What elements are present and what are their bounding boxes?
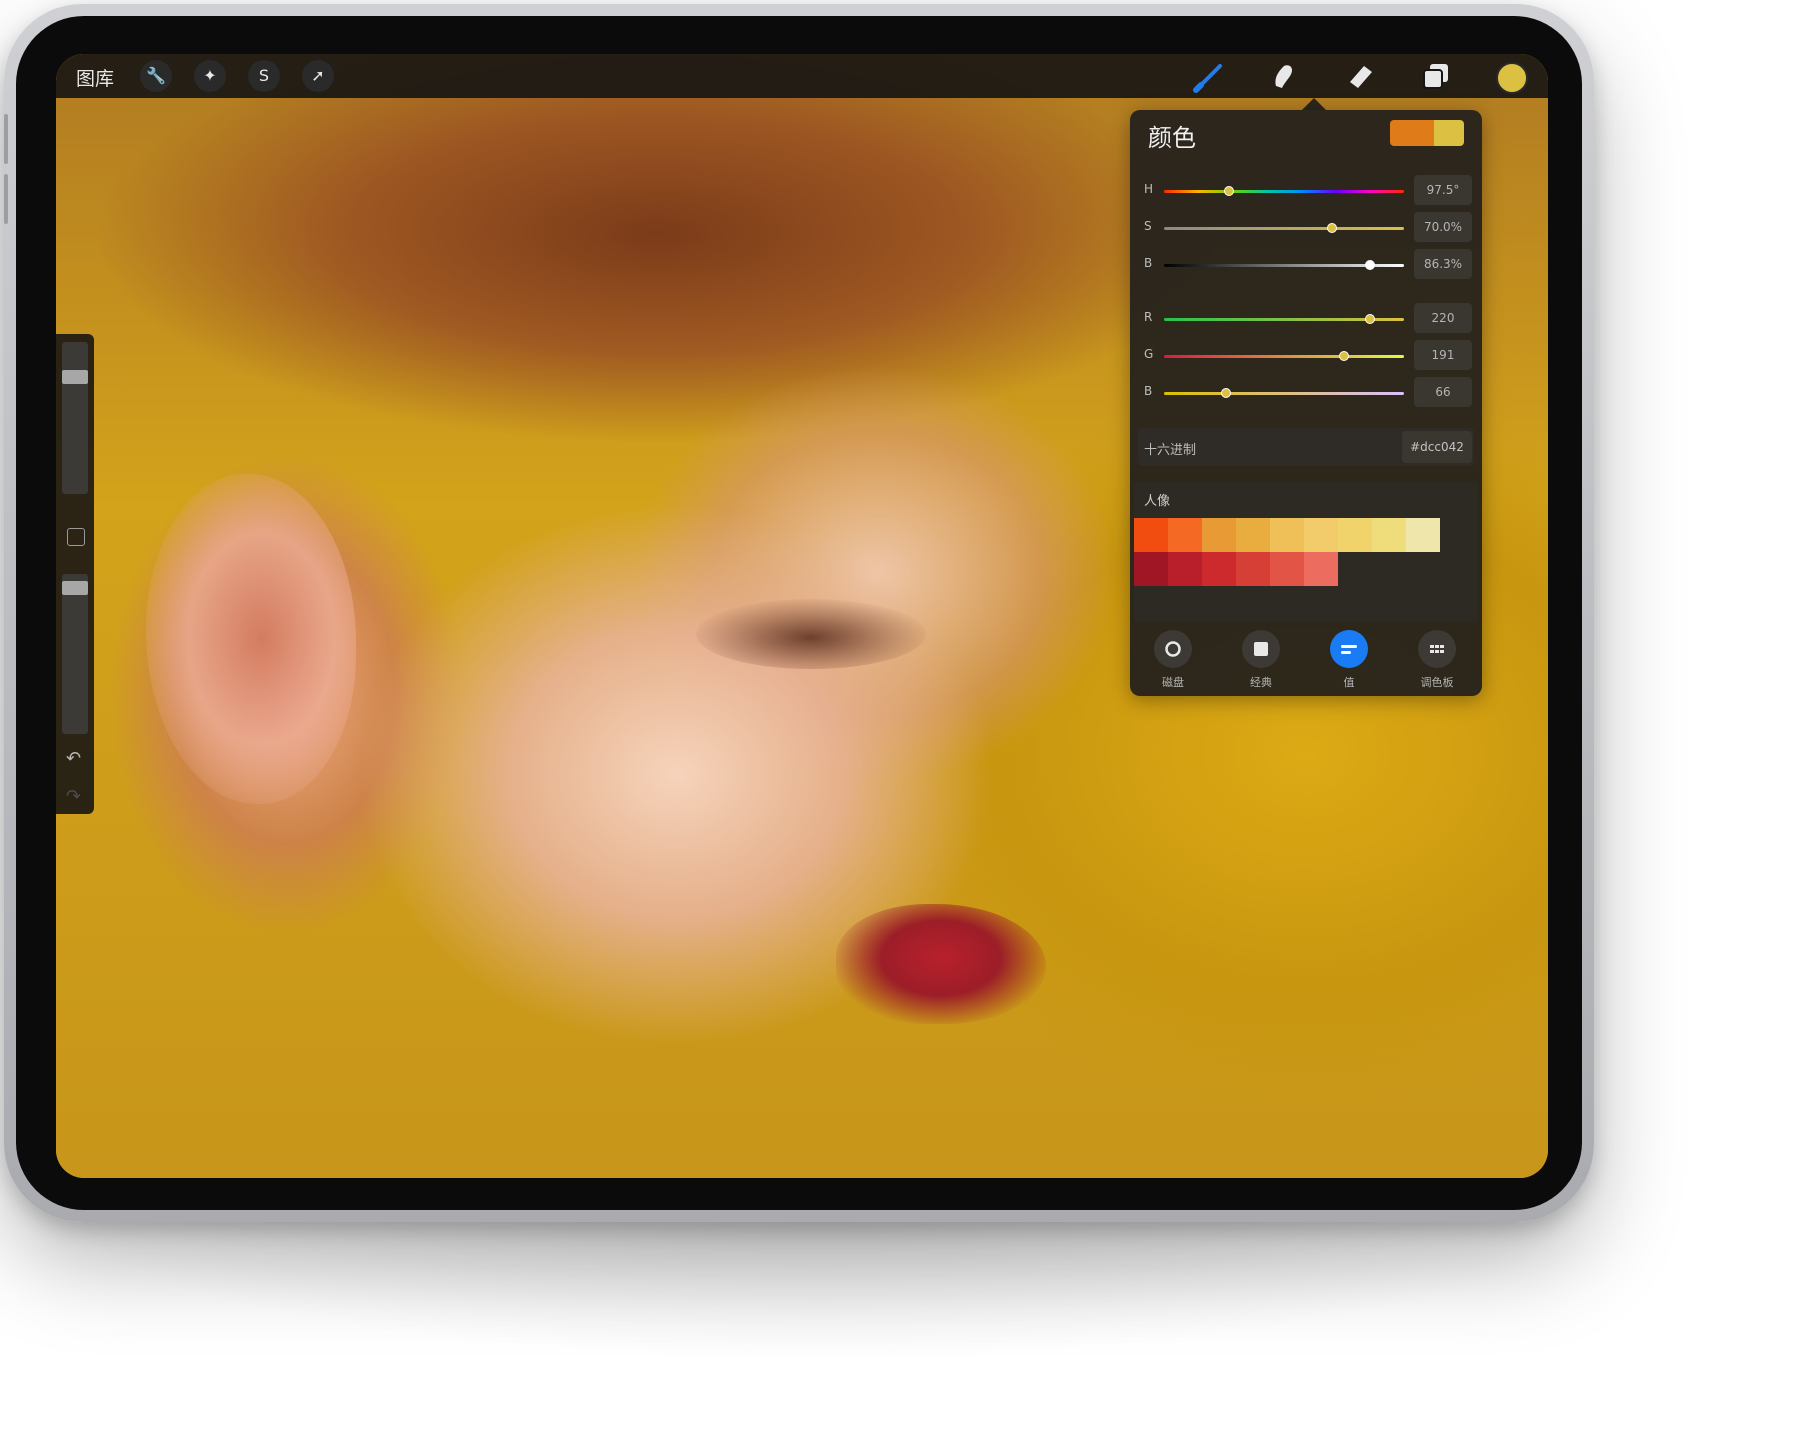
- color-mode-tabbar: 磁盘 经典 值 调色板: [1130, 622, 1482, 696]
- hsb-label-s: S: [1144, 219, 1152, 233]
- rgb-knob-g[interactable]: [1339, 351, 1349, 361]
- magic-wand-icon[interactable]: ✦: [194, 60, 226, 92]
- rgb-slider-g[interactable]: [1164, 351, 1404, 361]
- top-toolbar: 图库 🔧 ✦ S ➚: [56, 54, 1548, 98]
- rgb-label-g: G: [1144, 347, 1154, 361]
- hex-label: 十六进制: [1144, 443, 1197, 458]
- palette-name: 人像: [1144, 494, 1171, 509]
- rgb-value-g[interactable]: 191: [1414, 340, 1472, 370]
- hex-input[interactable]: #dcc042: [1402, 431, 1472, 463]
- undo-icon[interactable]: ↶: [66, 748, 81, 769]
- arrow-cursor-icon[interactable]: ➚: [302, 60, 334, 92]
- hsb-value-h[interactable]: 97.5°: [1414, 175, 1472, 205]
- tab-value-sliders[interactable]: 值: [1314, 630, 1384, 690]
- color-panel-title: 颜色: [1148, 124, 1196, 152]
- palette-swatch[interactable]: [1134, 518, 1168, 552]
- palette-swatch[interactable]: [1304, 518, 1338, 552]
- palette-swatch[interactable]: [1236, 518, 1270, 552]
- gallery-button[interactable]: 图库: [76, 64, 114, 91]
- modify-square-button[interactable]: [67, 528, 85, 546]
- wrench-icon[interactable]: 🔧: [140, 60, 172, 92]
- tab-classic-square[interactable]: 经典: [1226, 630, 1296, 690]
- hsb-value-b[interactable]: 86.3%: [1414, 249, 1472, 279]
- tab-label: 值: [1343, 676, 1355, 689]
- current-color-button[interactable]: [1496, 62, 1528, 94]
- hsb-slider-s[interactable]: [1164, 223, 1404, 233]
- left-sidebar: ↶ ↷: [56, 334, 94, 814]
- primary-color-swatch[interactable]: [1390, 120, 1434, 146]
- ipad-device: 图库 🔧 ✦ S ➚ ↶ ↷ 颜色 H 97.5° S 70.0% B 86.3…: [4, 4, 1594, 1222]
- hsb-value-s[interactable]: 70.0%: [1414, 212, 1472, 242]
- brush-size-slider[interactable]: [62, 342, 88, 494]
- opacity-knob[interactable]: [62, 581, 88, 596]
- tab-label: 磁盘: [1162, 676, 1184, 689]
- rgb-label-b: B: [1144, 384, 1153, 398]
- palette-swatch[interactable]: [1338, 518, 1372, 552]
- screen: 图库 🔧 ✦ S ➚ ↶ ↷ 颜色 H 97.5° S 70.0% B 86.3…: [56, 54, 1548, 1178]
- palette-section: 人像: [1134, 482, 1478, 622]
- palette-swatch[interactable]: [1406, 518, 1440, 552]
- palette-swatch[interactable]: [1202, 518, 1236, 552]
- hsb-label-h: H: [1144, 182, 1154, 196]
- rgb-slider-b[interactable]: [1164, 388, 1404, 398]
- classic-square-icon: [1242, 630, 1280, 668]
- tab-label: 调色板: [1420, 676, 1454, 689]
- eraser-icon[interactable]: [1342, 58, 1378, 94]
- rgb-knob-r[interactable]: [1365, 314, 1376, 324]
- hsb-knob-b[interactable]: [1365, 260, 1376, 270]
- tab-palette-grid[interactable]: 调色板: [1402, 630, 1472, 690]
- palette-swatch[interactable]: [1270, 518, 1304, 552]
- hsb-slider-b[interactable]: [1164, 260, 1404, 270]
- palette-swatch[interactable]: [1202, 552, 1236, 586]
- color-panel-arrow: [1302, 98, 1326, 110]
- rgb-slider-r[interactable]: [1164, 314, 1404, 324]
- tab-label: 经典: [1250, 676, 1272, 689]
- smudge-finger-icon[interactable]: [1266, 58, 1302, 94]
- color-panel: 颜色 H 97.5° S 70.0% B 86.3% R 220 G 191 B 66 十六进制 #d…: [1130, 110, 1482, 696]
- hex-row: 十六进制 #dcc042: [1138, 428, 1474, 466]
- palette-swatch[interactable]: [1168, 518, 1202, 552]
- secondary-color-swatch[interactable]: [1434, 120, 1464, 146]
- layers-icon[interactable]: [1418, 58, 1454, 94]
- palette-swatch[interactable]: [1270, 552, 1304, 586]
- palette-swatch[interactable]: [1372, 518, 1406, 552]
- palette-row: [1134, 552, 1444, 586]
- palette-grid: [1134, 518, 1444, 586]
- rgb-value-r[interactable]: 220: [1414, 303, 1472, 333]
- brush-icon[interactable]: [1192, 58, 1228, 94]
- hsb-slider-h[interactable]: [1164, 186, 1404, 196]
- hsb-label-b: B: [1144, 256, 1153, 270]
- current-secondary-swatches[interactable]: [1390, 120, 1464, 146]
- hsb-knob-h[interactable]: [1223, 186, 1234, 196]
- palette-swatch[interactable]: [1304, 552, 1338, 586]
- palette-grid-icon: [1418, 630, 1456, 668]
- volume-up-button: [4, 114, 8, 164]
- painting-lips: [836, 904, 1046, 1024]
- brush-size-knob[interactable]: [62, 369, 88, 384]
- rgb-value-b[interactable]: 66: [1414, 377, 1472, 407]
- rgb-knob-b[interactable]: [1221, 388, 1232, 398]
- hsb-knob-s[interactable]: [1327, 223, 1337, 233]
- palette-row: [1134, 518, 1444, 552]
- rgb-label-r: R: [1144, 310, 1153, 324]
- palette-swatch[interactable]: [1134, 552, 1168, 586]
- redo-icon[interactable]: ↷: [66, 786, 81, 807]
- volume-down-button: [4, 174, 8, 224]
- value-sliders-icon: [1330, 630, 1368, 668]
- tab-disc[interactable]: 磁盘: [1138, 630, 1208, 690]
- palette-swatch[interactable]: [1168, 552, 1202, 586]
- disc-icon: [1154, 630, 1192, 668]
- opacity-slider[interactable]: [62, 574, 88, 734]
- selection-s-icon[interactable]: S: [248, 60, 280, 92]
- palette-swatch[interactable]: [1236, 552, 1270, 586]
- painting-eye: [696, 599, 926, 669]
